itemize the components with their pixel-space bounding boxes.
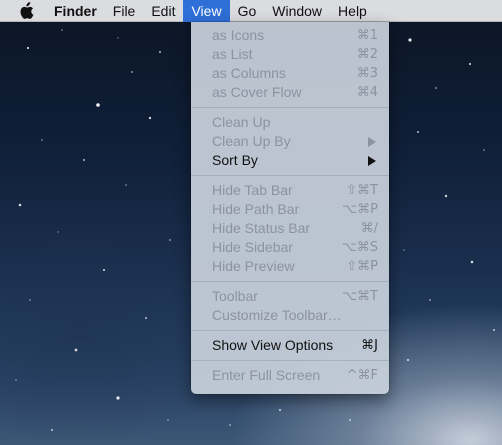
menu-separator xyxy=(191,360,389,361)
menu-item-shortcut: ⌥⌘T xyxy=(342,289,378,304)
menu-item-clean-up[interactable]: Clean Up xyxy=(191,113,389,132)
menu-item-hide-status-bar[interactable]: Hide Status Bar ⌘/ xyxy=(191,219,389,238)
menu-item-label: Hide Preview xyxy=(212,258,295,274)
menu-item-label: Hide Path Bar xyxy=(212,201,300,217)
menu-item-label: as Cover Flow xyxy=(212,84,302,100)
menu-item-label: as List xyxy=(212,46,253,62)
menu-item-shortcut: ⇧⌘T xyxy=(346,183,378,198)
menu-item-toolbar[interactable]: Toolbar ⌥⌘T xyxy=(191,287,389,306)
menu-item-shortcut: ^⌘F xyxy=(346,368,378,383)
menu-item-label: as Icons xyxy=(212,27,265,43)
menu-item-as-columns[interactable]: as Columns ⌘3 xyxy=(191,64,389,83)
submenu-arrow-icon xyxy=(368,137,376,147)
menu-item-label: Sort By xyxy=(212,152,258,168)
menu-item-label: Clean Up xyxy=(212,114,271,130)
menu-separator xyxy=(191,281,389,282)
menu-item-show-view-options[interactable]: Show View Options ⌘J xyxy=(191,336,389,355)
menu-item-label: Hide Tab Bar xyxy=(212,182,293,198)
menu-item-enter-full-screen[interactable]: Enter Full Screen ^⌘F xyxy=(191,366,389,385)
menu-item-shortcut: ⌘2 xyxy=(356,47,378,62)
menu-item-as-cover-flow[interactable]: as Cover Flow ⌘4 xyxy=(191,83,389,102)
menu-separator xyxy=(191,107,389,108)
menu-item-shortcut: ⌘/ xyxy=(360,221,378,236)
menu-item-hide-tab-bar[interactable]: Hide Tab Bar ⇧⌘T xyxy=(191,181,389,200)
menu-item-label: Hide Sidebar xyxy=(212,239,293,255)
menu-bar: Finder File Edit View Go Window Help xyxy=(0,0,502,22)
menu-item-label: Show View Options xyxy=(212,337,334,353)
menu-item-clean-up-by[interactable]: Clean Up By xyxy=(191,132,389,151)
menu-item-hide-sidebar[interactable]: Hide Sidebar ⌥⌘S xyxy=(191,238,389,257)
menu-go[interactable]: Go xyxy=(230,0,265,22)
menu-file[interactable]: File xyxy=(105,0,144,22)
menu-item-shortcut: ⌥⌘S xyxy=(341,240,378,255)
menu-item-shortcut: ⇧⌘P xyxy=(346,259,378,274)
menu-item-sort-by[interactable]: Sort By xyxy=(191,151,389,170)
menu-item-label: Hide Status Bar xyxy=(212,220,311,236)
menu-item-customize-toolbar[interactable]: Customize Toolbar… xyxy=(191,306,389,325)
menu-item-as-icons[interactable]: as Icons ⌘1 xyxy=(191,26,389,45)
menu-item-label: Customize Toolbar… xyxy=(212,307,342,323)
menu-item-hide-preview[interactable]: Hide Preview ⇧⌘P xyxy=(191,257,389,276)
menu-item-shortcut: ⌥⌘P xyxy=(342,202,378,217)
menu-help[interactable]: Help xyxy=(330,0,375,22)
menu-item-shortcut: ⌘3 xyxy=(356,66,378,81)
menu-edit[interactable]: Edit xyxy=(143,0,183,22)
view-menu-dropdown: as Icons ⌘1 as List ⌘2 as Columns ⌘3 as … xyxy=(191,22,389,394)
menu-separator xyxy=(191,330,389,331)
menu-item-label: as Columns xyxy=(212,65,286,81)
menu-window[interactable]: Window xyxy=(264,0,330,22)
menu-finder[interactable]: Finder xyxy=(52,0,105,22)
menu-item-label: Clean Up By xyxy=(212,133,291,149)
menu-item-as-list[interactable]: as List ⌘2 xyxy=(191,45,389,64)
menu-item-shortcut: ⌘J xyxy=(361,338,378,353)
menu-item-label: Toolbar xyxy=(212,288,258,304)
submenu-arrow-icon xyxy=(368,156,376,166)
menu-separator xyxy=(191,175,389,176)
menu-view[interactable]: View xyxy=(183,0,230,22)
menu-item-shortcut: ⌘1 xyxy=(356,28,378,43)
apple-logo-icon[interactable] xyxy=(18,1,34,20)
menu-item-hide-path-bar[interactable]: Hide Path Bar ⌥⌘P xyxy=(191,200,389,219)
menu-item-shortcut: ⌘4 xyxy=(356,85,378,100)
menu-item-label: Enter Full Screen xyxy=(212,367,321,383)
